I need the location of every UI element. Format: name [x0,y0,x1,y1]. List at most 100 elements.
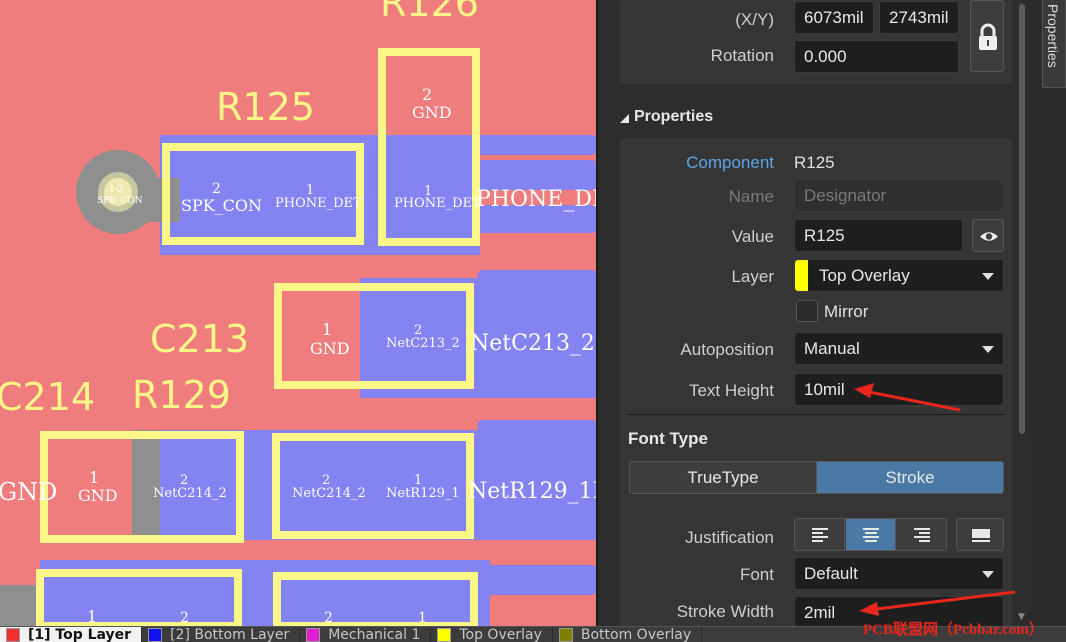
autoposition-value: Manual [804,339,860,358]
y-input[interactable]: 2743mil [879,1,959,34]
layer-color-swatch [306,628,321,642]
layer-tab-label: [2] Bottom Layer [170,627,290,642]
properties-title: Properties [634,108,714,125]
font-dropdown[interactable]: Default [794,557,1004,590]
chevron-down-icon [982,346,994,353]
pad-net: NetC214_2 [153,486,227,501]
net-label-c213: NetC213_2N [470,331,596,356]
layer-tab[interactable]: [1] Top Layer [0,627,143,642]
pcb-drawing[interactable]: R126 R125 C213 C214 R129 2 GND 1 PHONE_D… [0,0,596,626]
panel-scrollbar[interactable]: ▼ [1016,0,1028,626]
chevron-down-icon [982,273,994,280]
pad-net: PHONE_DET [275,196,362,211]
annotation-arrow-text-height [854,383,961,412]
visibility-toggle[interactable] [972,219,1004,252]
font-dropdown-value: Default [804,564,858,583]
layer-color-swatch [6,628,20,642]
pad-number: 2 [212,181,221,197]
collapse-triangle-icon [620,114,629,123]
align-right-icon [914,528,930,542]
layer-color-swatch [437,628,452,642]
pad-number: 1 [418,610,427,626]
pad-number: 1 [89,468,99,487]
mirror-label[interactable]: Mirror [824,302,868,322]
pad-number: 1 [322,320,332,339]
layer-dropdown[interactable]: Top Overlay [794,259,1004,292]
stroke-option[interactable]: Stroke [816,461,1004,494]
pad-net: SPK_CON [181,196,262,215]
designator-c213[interactable]: C213 [150,317,249,361]
layer-tab[interactable]: Top Overlay [431,627,553,642]
properties-panel: (X/Y) 6073mil 2743mil Rotation 0.000 Pro… [596,0,1024,626]
annotation-arrow-stroke-width [859,590,1016,616]
layer-tab-label: Bottom Overlay [580,627,692,642]
side-tab-strip: Properties [1028,0,1066,626]
value-input[interactable]: R125 [794,219,963,252]
truetype-option[interactable]: TrueType [629,461,817,494]
autoposition-label: Autoposition [680,340,774,359]
designator-r125[interactable]: R125 [216,85,315,129]
component-label[interactable]: Component [620,153,774,173]
layer-color-swatch [558,628,573,642]
layer-dropdown-value: Top Overlay [819,266,910,285]
font-type-title: Font Type [628,429,708,448]
layer-tab[interactable]: Bottom Overlay [553,627,703,642]
pcb-canvas[interactable]: R126 R125 C213 C214 R129 2 GND 1 PHONE_D… [0,0,596,626]
pad-net: GND [78,486,118,505]
eye-icon [980,232,998,241]
designator-r129[interactable]: R129 [132,373,231,417]
chevron-down-icon [982,571,994,578]
x-input[interactable]: 6073mil [794,1,874,34]
font-label: Font [739,565,774,584]
align-left-icon [812,528,828,542]
designator-r126[interactable]: R126 [380,0,479,25]
align-center-button[interactable] [846,519,896,550]
rotation-input[interactable]: 0.000 [794,40,959,73]
scrollbar-thumb[interactable] [1019,4,1025,434]
layer-label: Layer [731,267,774,286]
via-net: SPK_CON [97,196,143,206]
layer-tab-label: Mechanical 1 [328,627,421,642]
align-bottom-button[interactable] [956,518,1004,551]
net-label-gnd: GND [0,478,57,506]
align-bottom-icon [972,529,990,542]
name-label: Name [728,187,774,206]
layer-tab-label: Top Overlay [459,627,542,642]
lock-icon [979,23,997,50]
designator-c214[interactable]: C214 [0,375,95,419]
layer-tab[interactable]: Mechanical 1 [300,627,432,642]
pad-number: 2 [324,610,333,626]
align-left-button[interactable] [795,519,845,550]
lock-button[interactable] [970,0,1004,72]
stroke-width-label: Stroke Width [676,602,774,621]
justification-label: Justification [685,528,774,547]
rotation-label: Rotation [710,46,774,65]
align-right-button[interactable] [897,519,946,550]
pad-number: 1 [87,607,97,626]
pad-net: NetC213_2 [386,336,460,351]
justification-group [794,518,947,551]
pad-net: NetC214_2 [292,486,366,501]
layer-color-swatch [795,260,808,291]
layer-tab-label: [1] Top Layer [28,627,132,642]
mirror-checkbox[interactable] [796,300,818,322]
properties-side-tab[interactable]: Properties [1042,0,1066,88]
properties-side-tab-label: Properties [1045,4,1061,68]
pad-net: NetR129_1 [386,486,460,501]
layer-tab[interactable]: [2] Bottom Layer [142,627,301,642]
net-label-r129: NetR129_1N [468,479,596,504]
watermark: PCB联盟网（Pcbbar.com） [863,622,1044,638]
align-center-icon [863,528,879,542]
pad-number: 2 [180,610,189,626]
divider [628,414,1004,415]
via-number: 1-2 [109,185,124,195]
location-card: (X/Y) 6073mil 2743mil Rotation 0.000 [620,0,1012,84]
value-label: Value [731,227,774,246]
autoposition-dropdown[interactable]: Manual [794,332,1004,365]
name-input[interactable]: Designator [794,179,1004,212]
net-label-phone-det: PHONE_DET [476,187,596,212]
text-height-label: Text Height [688,381,774,400]
pad-net: GND [310,339,350,358]
component-value: R125 [794,153,835,172]
pad-net: GND [412,103,452,122]
